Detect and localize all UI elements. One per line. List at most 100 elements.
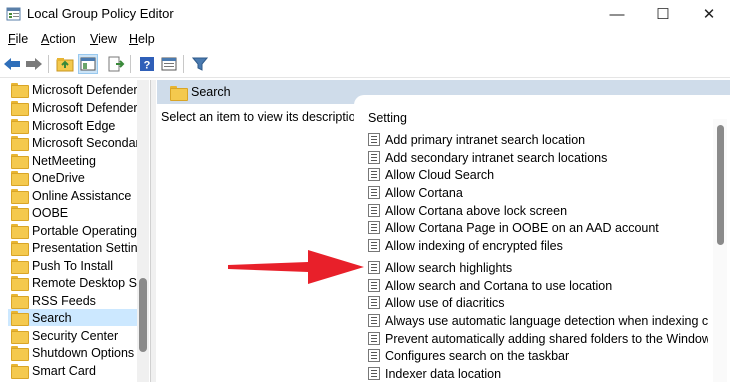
tree-item-microsoft-secondary[interactable]: Microsoft Secondary: [8, 134, 138, 151]
folder-icon: [11, 119, 29, 134]
tree-item-rss-feeds[interactable]: RSS Feeds: [8, 292, 138, 309]
setting-label: Allow search and Cortana to use location: [385, 278, 613, 293]
settings-scrollbar-thumb[interactable]: [717, 125, 724, 245]
menu-file-rest: ile: [15, 32, 29, 46]
close-button[interactable]: ✕: [686, 0, 730, 28]
setting-label: Allow indexing of encrypted files: [385, 238, 563, 253]
tree-item-search[interactable]: Search: [8, 309, 138, 326]
folder-icon: [11, 241, 29, 256]
setting-label: Add primary intranet search location: [385, 132, 586, 147]
tree-item-push-to-install[interactable]: Push To Install: [8, 257, 138, 274]
tree-item-label: Online Assistance: [32, 188, 132, 203]
filter-icon[interactable]: [190, 54, 210, 74]
setting-row[interactable]: Configures search on the taskbar: [368, 347, 708, 364]
setting-row[interactable]: Add primary intranet search location: [368, 131, 708, 148]
setting-row[interactable]: Allow Cloud Search: [368, 166, 708, 183]
tree-item-online-assistance[interactable]: Online Assistance: [8, 187, 138, 204]
policy-setting-icon: [368, 204, 380, 217]
setting-row[interactable]: Indexer data location: [368, 365, 708, 382]
annotation-arrow-icon: [228, 250, 364, 284]
tree-item-remote-desktop[interactable]: Remote Desktop Ser: [8, 274, 138, 291]
tree-item-microsoft-defender-2[interactable]: Microsoft Defender: [8, 99, 138, 116]
help-icon[interactable]: ?: [137, 54, 157, 74]
maximize-button[interactable]: ☐: [640, 0, 686, 28]
setting-label: Add secondary intranet search locations: [385, 150, 608, 165]
menu-view[interactable]: View: [90, 32, 117, 46]
folder-icon: [11, 294, 29, 309]
policy-setting-icon: [368, 186, 380, 199]
tree-item-portable-operating[interactable]: Portable Operating: [8, 222, 138, 239]
back-arrow-icon[interactable]: [2, 54, 22, 74]
policy-setting-icon: [368, 151, 380, 164]
folder-icon: [11, 329, 29, 344]
menu-file[interactable]: File: [8, 32, 28, 46]
description-panel: Select an item to view its description.: [161, 110, 366, 124]
tree-item-label: OOBE: [32, 205, 69, 220]
minimize-button[interactable]: —: [594, 0, 640, 28]
details-header-title: Search: [191, 85, 231, 99]
toolbar-separator: [130, 55, 131, 73]
details-pane: Search Select an item to view its descri…: [157, 80, 730, 382]
tree-item-label: OneDrive: [32, 170, 85, 185]
policy-setting-icon: [368, 332, 380, 345]
setting-row[interactable]: Allow Cortana above lock screen: [368, 202, 708, 219]
setting-row[interactable]: Add secondary intranet search locations: [368, 149, 708, 166]
setting-row[interactable]: Allow use of diacritics: [368, 294, 708, 311]
settings-list: Setting Add primary intranet search loca…: [354, 95, 730, 382]
properties-icon[interactable]: [159, 54, 179, 74]
tree-scrollbar-thumb[interactable]: [139, 278, 147, 352]
setting-column-header[interactable]: Setting: [368, 111, 407, 125]
tree-item-netmeeting[interactable]: NetMeeting: [8, 152, 138, 169]
folder-icon: [11, 206, 29, 221]
menu-help-rest: elp: [138, 32, 155, 46]
policy-setting-icon: [368, 261, 380, 274]
tree-item-shutdown-options[interactable]: Shutdown Options: [8, 344, 138, 361]
setting-label: Allow use of diacritics: [385, 295, 505, 310]
tree-item-label: Microsoft Edge: [32, 118, 116, 133]
setting-label: Allow Cortana: [385, 185, 463, 200]
setting-label: Allow Cortana above lock screen: [385, 203, 568, 218]
setting-label: Configures search on the taskbar: [385, 348, 570, 363]
setting-row[interactable]: Allow indexing of encrypted files: [368, 237, 708, 254]
menu-action[interactable]: Action: [41, 32, 76, 46]
tree-item-onedrive[interactable]: OneDrive: [8, 169, 138, 186]
setting-row[interactable]: Always use automatic language detection …: [368, 312, 708, 329]
policy-setting-icon: [368, 168, 380, 181]
forward-arrow-icon[interactable]: [24, 54, 44, 74]
folder-icon: [11, 346, 29, 361]
toolbar-separator: [183, 55, 184, 73]
setting-row-search-highlights[interactable]: Allow search highlights: [368, 259, 708, 276]
show-hide-tree-icon[interactable]: [78, 54, 98, 74]
policy-setting-icon: [368, 133, 380, 146]
tree-scrollbar[interactable]: [137, 80, 149, 382]
folder-icon: [170, 86, 188, 101]
tree-item-security-center[interactable]: Security Center: [8, 327, 138, 344]
setting-label: Always use automatic language detection …: [385, 313, 708, 328]
setting-row[interactable]: Allow Cortana Page in OOBE on an AAD acc…: [368, 219, 708, 236]
tree-item-label: Microsoft Defender: [32, 100, 138, 115]
setting-label: Allow search highlights: [385, 260, 513, 275]
menu-help-accel: H: [129, 32, 139, 46]
settings-scrollbar[interactable]: [713, 119, 727, 382]
export-list-icon[interactable]: [106, 54, 126, 74]
navigation-tree: Microsoft Defender Microsoft Defender Mi…: [0, 80, 150, 382]
tree-item-label: Microsoft Defender: [32, 82, 138, 97]
tree-item-oobe[interactable]: OOBE: [8, 204, 138, 221]
tree-item-microsoft-defender[interactable]: Microsoft Defender: [8, 81, 138, 98]
setting-row[interactable]: Prevent automatically adding shared fold…: [368, 330, 708, 347]
tree-item-microsoft-edge[interactable]: Microsoft Edge: [8, 117, 138, 134]
menu-view-accel: V: [90, 32, 99, 46]
policy-setting-icon: [368, 296, 380, 309]
tree-item-smart-card[interactable]: Smart Card: [8, 362, 138, 379]
setting-row[interactable]: Allow Cortana: [368, 184, 708, 201]
tree-item-label: Search: [32, 310, 72, 325]
tree-item-label: Security Center: [32, 328, 119, 343]
policy-setting-icon: [368, 367, 380, 380]
setting-row[interactable]: Allow search and Cortana to use location: [368, 277, 708, 294]
menu-help[interactable]: Help: [129, 32, 155, 46]
pane-splitter[interactable]: [150, 80, 156, 382]
toolbar: ?: [0, 50, 730, 78]
tree-item-presentation-settings[interactable]: Presentation Setting: [8, 239, 138, 256]
up-folder-icon[interactable]: [55, 54, 75, 74]
folder-icon: [11, 189, 29, 204]
